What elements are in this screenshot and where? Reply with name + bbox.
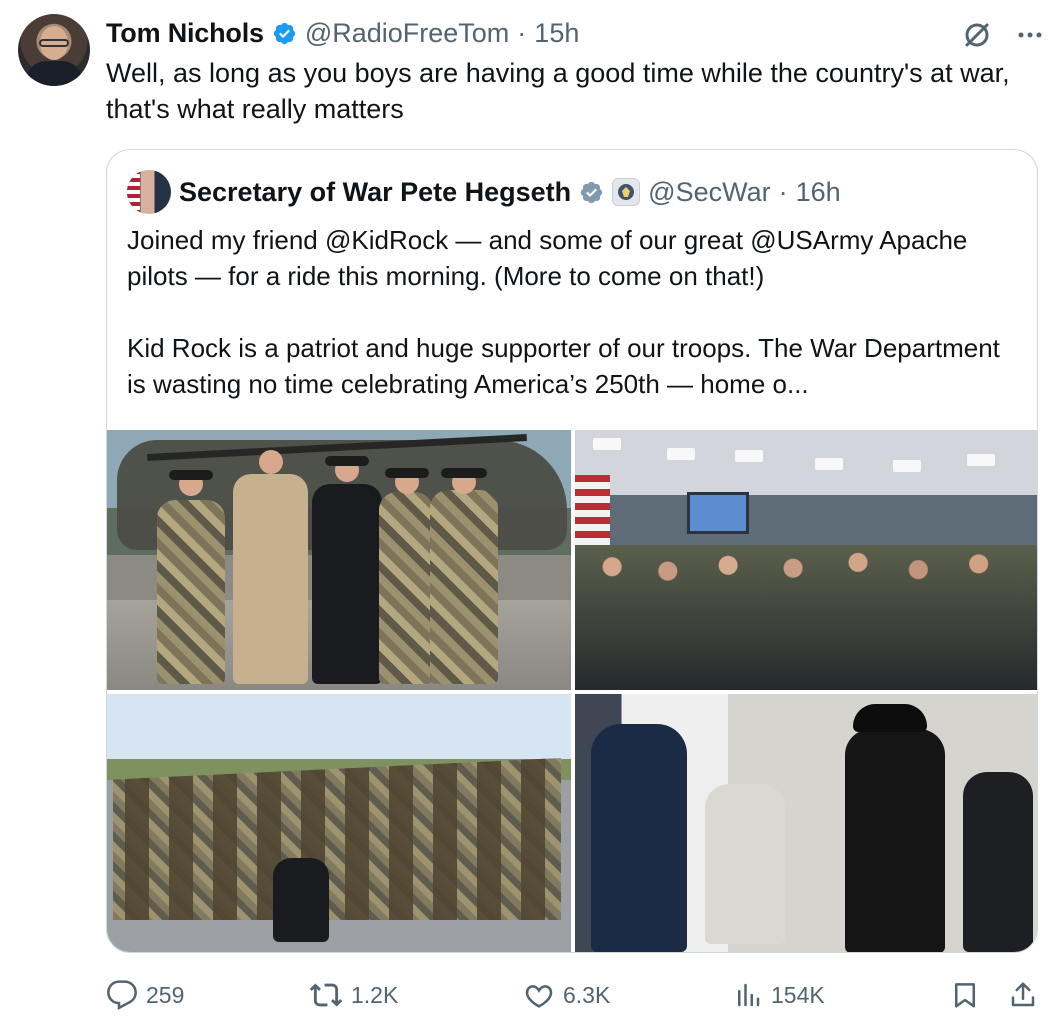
quoted-header-separator: ·	[778, 177, 788, 207]
person-shape	[379, 492, 433, 684]
avatar-glasses-shape	[39, 39, 69, 47]
share-icon[interactable]	[1008, 980, 1038, 1010]
ceiling-light-shape	[815, 458, 843, 470]
reply-count: 259	[146, 981, 185, 1008]
reply-icon	[106, 979, 138, 1011]
tweet-action-bar: 259 1.2K 6.3K 154K	[106, 978, 1038, 1012]
heart-icon	[523, 979, 555, 1011]
hat-shape	[441, 468, 487, 478]
person-shape	[273, 858, 329, 942]
author-handle[interactable]: @RadioFreeTom	[305, 16, 509, 50]
quoted-author-display-name[interactable]: Secretary of War Pete Hegseth	[179, 174, 571, 210]
person-shape	[233, 474, 308, 684]
pete-hegseth-avatar[interactable]	[127, 170, 171, 214]
ceiling-light-shape	[593, 438, 621, 450]
header-separator: ·	[517, 18, 527, 48]
person-shape	[312, 484, 382, 684]
retweet-count: 1.2K	[351, 981, 399, 1008]
quoted-author-handle[interactable]: @SecWar	[648, 174, 770, 210]
analytics-icon	[733, 980, 763, 1010]
ceiling-light-shape	[735, 450, 763, 462]
ceiling-light-shape	[967, 454, 995, 466]
black-hat-shape	[853, 704, 927, 732]
avatar-flag-shape	[127, 170, 140, 214]
quoted-tweet-time[interactable]: 16h	[796, 174, 841, 210]
verified-icon[interactable]	[579, 180, 604, 205]
ceiling-light-shape	[893, 460, 921, 472]
quoted-paragraph: Joined my friend @KidRock — and some of …	[127, 225, 968, 291]
older-man-shape	[963, 772, 1033, 952]
photo-briefing-room-audience[interactable]	[575, 430, 1037, 690]
hat-shape	[169, 470, 213, 480]
person-shape	[157, 500, 225, 684]
photo-group-with-apache-helicopter[interactable]	[107, 430, 571, 690]
quoted-paragraph: Kid Rock is a patriot and huge supporter…	[127, 333, 1000, 399]
tweet-text: Well, as long as you boys are having a g…	[106, 58, 1010, 124]
hat-shape	[385, 468, 429, 478]
avatar-suit-shape	[26, 61, 82, 86]
hat-shape	[325, 456, 369, 466]
tweet-card[interactable]: Tom Nichols @RadioFreeTom · 15h Well, as	[0, 0, 1064, 1026]
person-head-shape	[259, 450, 283, 474]
secondary-actions	[938, 978, 1038, 1012]
quoted-tweet[interactable]: Secretary of War Pete Hegseth @SecWar · …	[106, 149, 1038, 953]
author-display-name[interactable]: Tom Nichols	[106, 16, 264, 50]
briefing-screen-shape	[687, 492, 749, 534]
verified-icon[interactable]	[272, 21, 297, 46]
like-count: 6.3K	[563, 981, 611, 1008]
person-shape	[430, 490, 498, 684]
american-flag-shape	[575, 475, 610, 555]
audience-shape	[575, 545, 1037, 690]
quoted-tweet-header: Secretary of War Pete Hegseth @SecWar · …	[127, 170, 841, 214]
quoted-tweet-text: Joined my friend @KidRock — and some of …	[127, 222, 1017, 402]
tweet-header-actions	[960, 18, 1044, 52]
retweet-icon	[309, 978, 343, 1012]
tweet-time[interactable]: 15h	[534, 16, 579, 50]
photo-army-group-outdoors[interactable]	[107, 694, 571, 952]
group-of-soldiers-shape	[113, 758, 561, 920]
honor-guard-shape	[591, 724, 687, 952]
quoted-media-grid[interactable]	[107, 430, 1037, 952]
more-icon[interactable]	[1016, 21, 1044, 49]
photo-indoor-greeting[interactable]	[575, 694, 1037, 952]
person-with-crutches-shape	[705, 784, 785, 944]
reply-button[interactable]: 259	[106, 978, 309, 1012]
views-button[interactable]: 154K	[733, 978, 938, 1012]
grok-icon[interactable]	[960, 18, 994, 52]
department-seal-icon[interactable]	[612, 178, 641, 206]
ceiling-light-shape	[667, 448, 695, 460]
tweet-header: Tom Nichols @RadioFreeTom · 15h	[106, 16, 579, 50]
person-in-black-shape	[845, 729, 945, 952]
views-count: 154K	[771, 981, 825, 1008]
retweet-button[interactable]: 1.2K	[309, 978, 523, 1012]
tom-nichols-avatar[interactable]	[18, 14, 90, 86]
bookmark-icon[interactable]	[950, 980, 980, 1010]
like-button[interactable]: 6.3K	[523, 978, 733, 1012]
